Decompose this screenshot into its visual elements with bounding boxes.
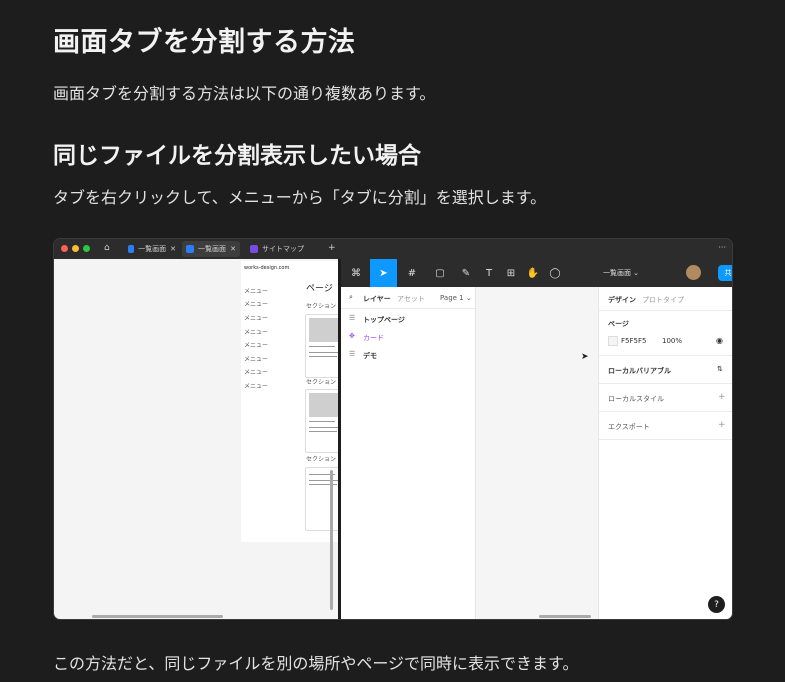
canvas-scrollbar[interactable] bbox=[539, 615, 591, 618]
frame-icon: ☰ bbox=[349, 314, 356, 322]
variables-icon[interactable]: ⇅ bbox=[717, 365, 723, 373]
search-icon[interactable]: ⌕ bbox=[349, 293, 353, 302]
comment-tool-icon[interactable]: ◯ bbox=[547, 264, 563, 282]
layer-item[interactable]: カード bbox=[363, 333, 384, 343]
section-description: タブを右クリックして、メニューから「タブに分割」を選択します。 bbox=[53, 188, 547, 207]
tab-label: 一覧画面 bbox=[138, 245, 167, 253]
figma-screenshot: ⌂ 一覧画面 ✕ 一覧画面 ✕ サイトマップ + ··· works-desig… bbox=[53, 238, 733, 620]
share-button[interactable]: 共 bbox=[718, 265, 732, 281]
section-heading: 同じファイルを分割表示したい場合 bbox=[53, 143, 421, 169]
main-menu-icon[interactable]: ⌘ bbox=[345, 264, 367, 282]
properties-panel: デザイン プロトタイプ ページ F5F5F5 100% ◉ ローカルバリアブル … bbox=[598, 287, 732, 619]
resources-icon[interactable]: ⊞ bbox=[503, 264, 519, 282]
layer-item[interactable]: トップページ bbox=[363, 315, 405, 325]
tab-1[interactable]: 一覧画面 ✕ bbox=[124, 241, 180, 257]
left-split-pane[interactable]: works-design.com メニュー メニュー メニュー メニュー メニュ… bbox=[54, 259, 345, 619]
section-label: セクション bbox=[306, 456, 337, 463]
tab-3[interactable]: サイトマップ bbox=[246, 241, 318, 257]
page-select[interactable]: Page 1 ⌄ bbox=[440, 294, 472, 302]
menu-item: メニュー bbox=[244, 356, 269, 363]
text-tool-icon[interactable]: T bbox=[481, 264, 497, 282]
frame-icon: ☰ bbox=[349, 350, 356, 358]
menu-item: メニュー bbox=[244, 383, 269, 390]
footer-text: この方法だと、同じファイルを別の場所やページで同時に表示できます。 bbox=[53, 654, 579, 673]
layers-panel: ⌕ レイヤー アセット Page 1 ⌄ ☰ トップページ ✥ カード ☰ デモ bbox=[341, 287, 476, 619]
minimize-window-dot[interactable] bbox=[72, 245, 79, 252]
home-icon[interactable]: ⌂ bbox=[104, 243, 110, 253]
cursor-icon: ➤ bbox=[581, 352, 589, 362]
export-row[interactable]: エクスポート + bbox=[599, 412, 732, 440]
layers-tab[interactable]: レイヤー bbox=[363, 294, 391, 304]
menu-item: メニュー bbox=[244, 329, 269, 336]
page-section: ページ F5F5F5 100% ◉ bbox=[599, 311, 732, 356]
section-label: セクション bbox=[306, 379, 337, 386]
canvas-frame[interactable]: works-design.com メニュー メニュー メニュー メニュー メニュ… bbox=[241, 261, 345, 542]
close-icon[interactable]: ✕ bbox=[230, 245, 236, 253]
move-tool-icon[interactable]: ➤ bbox=[370, 259, 397, 287]
component-icon: ✥ bbox=[349, 332, 355, 340]
section-label: セクション bbox=[306, 303, 337, 310]
bg-hex-value[interactable]: F5F5F5 bbox=[621, 337, 646, 345]
local-variables-row[interactable]: ローカルバリアブル ⇅ bbox=[599, 356, 732, 384]
new-tab-button[interactable]: + bbox=[328, 243, 336, 253]
panel-tabs: デザイン プロトタイプ bbox=[599, 287, 732, 311]
figma-file-icon bbox=[128, 245, 135, 253]
design-tab[interactable]: デザイン bbox=[608, 295, 636, 305]
menu-item: メニュー bbox=[244, 369, 269, 376]
sitemap-file-icon bbox=[250, 245, 258, 253]
hand-tool-icon[interactable]: ✋ bbox=[525, 264, 541, 282]
assets-tab[interactable]: アセット bbox=[397, 294, 425, 304]
close-window-dot[interactable] bbox=[61, 245, 68, 252]
add-icon[interactable]: + bbox=[718, 392, 726, 402]
tab-label: サイトマップ bbox=[262, 245, 304, 253]
page-heading: 画面タブを分割する方法 bbox=[53, 27, 356, 58]
tab-2-active[interactable]: 一覧画面 ✕ bbox=[182, 241, 240, 257]
frame-tool-icon[interactable]: # bbox=[401, 264, 423, 282]
tab-label: 一覧画面 bbox=[198, 245, 226, 253]
menu-item: メニュー bbox=[244, 301, 269, 308]
color-swatch[interactable] bbox=[608, 336, 618, 346]
add-icon[interactable]: + bbox=[718, 420, 726, 430]
horizontal-scrollbar[interactable] bbox=[92, 615, 223, 618]
figma-file-icon bbox=[186, 245, 194, 253]
bg-opacity-value[interactable]: 100% bbox=[662, 337, 682, 345]
local-styles-label: ローカルスタイル bbox=[608, 395, 664, 403]
editor-toolbar: ⌘ ➤ # ▢ ✎ T ⊞ ✋ ◯ 一覧画面 ⌄ 共 bbox=[341, 259, 732, 287]
intro-text: 画面タブを分割する方法は以下の通り複数あります。 bbox=[53, 84, 436, 103]
more-menu-button[interactable]: ··· bbox=[718, 243, 726, 252]
shape-tool-icon[interactable]: ▢ bbox=[429, 264, 451, 282]
export-label: エクスポート bbox=[608, 423, 650, 431]
layer-item[interactable]: デモ bbox=[363, 351, 377, 361]
menu-item: メニュー bbox=[244, 288, 269, 295]
right-split-pane: ⌘ ➤ # ▢ ✎ T ⊞ ✋ ◯ 一覧画面 ⌄ 共 ⌕ レイヤー アセット P… bbox=[341, 259, 732, 619]
vertical-scrollbar[interactable] bbox=[330, 470, 333, 610]
local-styles-row[interactable]: ローカルスタイル + bbox=[599, 384, 732, 412]
site-name: works-design.com bbox=[244, 265, 290, 271]
menu-item: メニュー bbox=[244, 342, 269, 349]
help-button[interactable]: ? bbox=[708, 596, 725, 613]
eye-icon[interactable]: ◉ bbox=[716, 336, 723, 345]
prototype-tab[interactable]: プロトタイプ bbox=[642, 295, 684, 305]
menu-item: メニュー bbox=[244, 315, 269, 322]
page-title: ページ bbox=[306, 284, 333, 294]
local-variables-label: ローカルバリアブル bbox=[608, 367, 671, 375]
maximize-window-dot[interactable] bbox=[83, 245, 90, 252]
avatar[interactable] bbox=[686, 265, 701, 280]
close-icon[interactable]: ✕ bbox=[170, 245, 176, 253]
tab-bar: ⌂ 一覧画面 ✕ 一覧画面 ✕ サイトマップ + ··· bbox=[54, 239, 732, 259]
page-label: ページ bbox=[608, 320, 629, 328]
file-title[interactable]: 一覧画面 ⌄ bbox=[591, 264, 651, 282]
pen-tool-icon[interactable]: ✎ bbox=[455, 264, 477, 282]
